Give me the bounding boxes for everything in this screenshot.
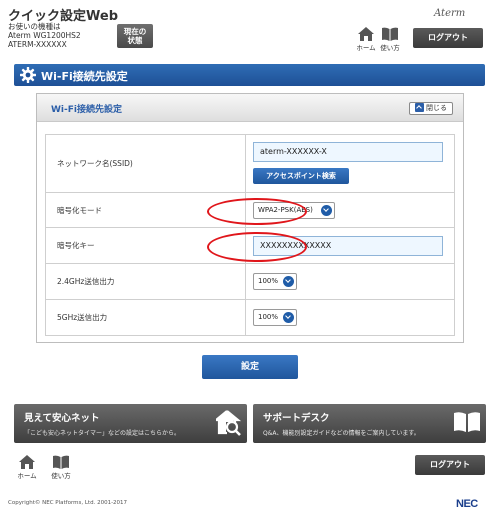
home-icon [358, 27, 374, 41]
company-logo: NEC [456, 498, 478, 510]
panel-header: Wi-Fi接続先設定 閉じる [37, 94, 463, 122]
book-icon [454, 412, 480, 432]
page-title: Wi-Fi接続先設定 [41, 70, 128, 83]
power-24ghz-select[interactable]: 100% [253, 273, 297, 290]
footer-home-label: ホーム [17, 472, 37, 480]
manual-link[interactable]: 使い方 [377, 27, 403, 52]
panel-title: Wi-Fi接続先設定 [51, 105, 122, 115]
footer-home-link[interactable]: ホーム [13, 455, 41, 483]
support-desk-card[interactable]: サポートデスク Q&A、機能別設定ガイドなどの情報をご案内しています。 [253, 404, 486, 443]
current-status-button[interactable]: 現在の 状態 [117, 24, 153, 48]
copyright-text: Copyright© NEC Platforms, Ltd. 2001-2017 [8, 500, 128, 506]
ssid-value-cell: aterm-XXXXXX-X アクセスポイント検索 [247, 135, 455, 192]
power-5ghz-label: 5GHz送信出力 [46, 300, 246, 335]
mieru-anshin-net-card[interactable]: 見えて安心ネット 「こども安心ネットタイマー」などの設定はこちらから。 [14, 404, 247, 443]
power-5ghz-select[interactable]: 100% [253, 309, 297, 326]
footer-manual-label: 使い方 [51, 472, 71, 480]
chevron-down-icon [321, 205, 332, 216]
ssid-input[interactable]: aterm-XXXXXX-X [253, 142, 443, 162]
highlight-ellipse-encryption-key [207, 232, 307, 262]
device-info: お使いの機種は Aterm WG1200HS2 ATERM-XXXXXX [8, 22, 81, 49]
power-5ghz-value: 100% [258, 313, 279, 321]
chevron-down-icon [283, 312, 294, 323]
close-panel-button[interactable]: 閉じる [409, 102, 453, 115]
device-info-line: お使いの機種は [8, 22, 61, 31]
close-label: 閉じる [426, 104, 447, 112]
house-magnifier-icon [216, 410, 242, 436]
header: クイック設定Web お使いの機種は Aterm WG1200HS2 ATERM-… [0, 0, 500, 54]
manual-label: 使い方 [380, 44, 400, 52]
power-24ghz-label: 2.4GHz送信出力 [46, 264, 246, 299]
power-24ghz-cell: 100% [247, 264, 455, 299]
card-title: 見えて安心ネット [24, 413, 100, 424]
home-icon [19, 455, 35, 469]
device-model: Aterm WG1200HS2 [8, 31, 81, 40]
footer-manual-link[interactable]: 使い方 [47, 455, 75, 483]
page-title-bar: Wi-Fi接続先設定 [14, 64, 485, 86]
highlight-ellipse-encryption-mode [207, 198, 307, 225]
ssid-label: ネットワーク名(SSID) [46, 135, 246, 192]
apply-settings-button[interactable]: 設定 [202, 355, 298, 379]
card-description: 「こども安心ネットタイマー」などの設定はこちらから。 [24, 430, 181, 437]
logout-button[interactable]: ログアウト [413, 28, 483, 48]
home-label: ホーム [356, 44, 376, 52]
book-icon [53, 455, 69, 469]
card-description: Q&A、機能別設定ガイドなどの情報をご案内しています。 [263, 430, 420, 437]
power-24ghz-row: 2.4GHz送信出力 100% [45, 264, 455, 300]
book-icon [382, 27, 398, 41]
power-5ghz-cell: 100% [247, 300, 455, 335]
brand-logo: Aterm [434, 8, 466, 19]
chevron-up-icon [415, 103, 424, 112]
gear-icon [20, 67, 36, 83]
chevron-down-icon [283, 276, 294, 287]
card-title: サポートデスク [263, 413, 330, 424]
status-button-line2: 状態 [127, 36, 143, 45]
ssid-row: ネットワーク名(SSID) aterm-XXXXXX-X アクセスポイント検索 [45, 134, 455, 193]
status-button-line1: 現在の [123, 27, 147, 36]
home-link[interactable]: ホーム [353, 27, 379, 52]
access-point-search-button[interactable]: アクセスポイント検索 [253, 168, 349, 184]
power-24ghz-value: 100% [258, 277, 279, 285]
device-name: ATERM-XXXXXX [8, 40, 67, 49]
power-5ghz-row: 5GHz送信出力 100% [45, 300, 455, 336]
footer-logout-button[interactable]: ログアウト [415, 455, 485, 475]
